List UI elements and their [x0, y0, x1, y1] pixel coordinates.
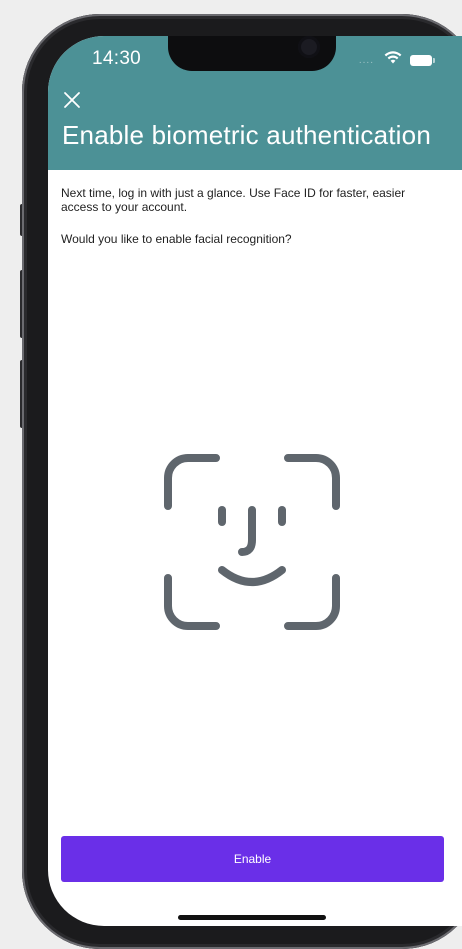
enable-button[interactable]: Enable — [61, 836, 444, 882]
status-bar-indicators: .... — [358, 51, 435, 69]
question-text: Would you like to enable facial recognit… — [61, 232, 292, 246]
app-screen: 14:30 .... Enable biometric authenticati… — [48, 36, 462, 926]
description-text: Next time, log in with just a glance. Us… — [61, 186, 406, 214]
notch — [168, 36, 336, 71]
wifi-icon — [384, 51, 402, 69]
home-indicator[interactable] — [178, 915, 326, 920]
close-icon — [64, 92, 80, 108]
header: 14:30 .... Enable biometric authenticati… — [48, 36, 462, 170]
front-camera — [298, 36, 320, 58]
page-title: Enable biometric authentication — [62, 120, 431, 150]
battery-icon — [410, 54, 435, 66]
signal-indicator: .... — [358, 54, 374, 66]
status-time: 14:30 — [92, 48, 142, 69]
close-button[interactable] — [60, 88, 84, 112]
face-id-icon — [162, 452, 342, 632]
